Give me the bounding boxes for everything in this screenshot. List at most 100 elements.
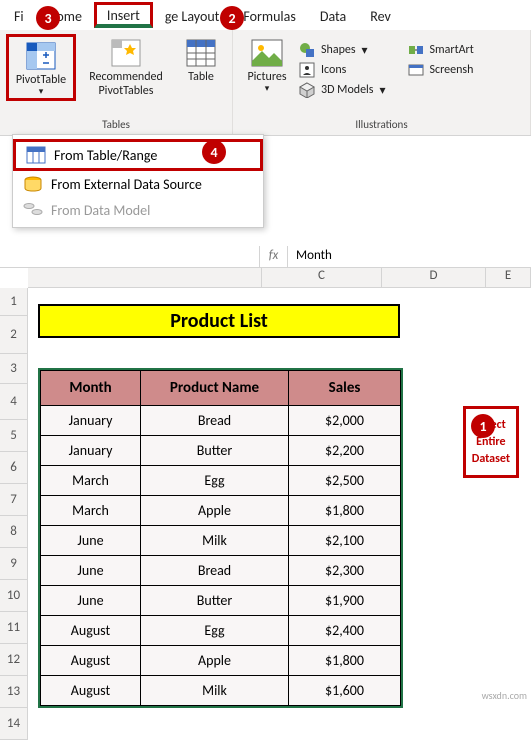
3dmodels-button[interactable]: 3D Models ▾	[299, 82, 386, 98]
cell[interactable]: $2,400	[289, 616, 401, 646]
screenshot-icon	[408, 62, 424, 78]
row-2[interactable]: 2	[0, 316, 28, 354]
pictures-button[interactable]: Pictures ▾	[239, 34, 295, 95]
cell[interactable]: Butter	[141, 436, 289, 466]
row-12[interactable]: 12	[0, 644, 28, 676]
col-header: Month	[41, 371, 141, 406]
recommended-pivot-button[interactable]: Recommended PivotTables	[80, 34, 172, 101]
cell[interactable]: June	[41, 556, 141, 586]
cell[interactable]: Butter	[141, 586, 289, 616]
tab-insert[interactable]: Insert	[94, 2, 153, 28]
table-row[interactable]: JuneBread$2,300	[41, 556, 401, 586]
col-e[interactable]: E	[486, 268, 531, 288]
cell[interactable]: $2,500	[289, 466, 401, 496]
table-row[interactable]: JuneButter$1,900	[41, 586, 401, 616]
table-row[interactable]: AugustApple$1,800	[41, 646, 401, 676]
from-model-label: From Data Model	[51, 202, 150, 219]
table-row[interactable]: MarchApple$1,800	[41, 496, 401, 526]
cell[interactable]: Apple	[141, 646, 289, 676]
cell[interactable]: Milk	[141, 676, 289, 706]
tab-data[interactable]: Data	[308, 4, 358, 27]
badge-2: 2	[220, 6, 244, 30]
row-14[interactable]: 14	[0, 708, 28, 740]
cell[interactable]: January	[41, 436, 141, 466]
from-external-label: From External Data Source	[51, 176, 202, 193]
row-13[interactable]: 13	[0, 676, 28, 708]
col-header: Sales	[289, 371, 401, 406]
cell[interactable]: $1,900	[289, 586, 401, 616]
from-external-item[interactable]: From External Data Source	[13, 171, 263, 197]
cell[interactable]: June	[41, 586, 141, 616]
cell[interactable]: June	[41, 526, 141, 556]
table-row[interactable]: MarchEgg$2,500	[41, 466, 401, 496]
data-table[interactable]: MonthProduct NameSalesJanuaryBread$2,000…	[38, 368, 403, 708]
worksheet[interactable]: C D E 1 2 3 4 5 6 7 8 9 10 11 12 13 14 P…	[0, 268, 531, 288]
shapes-button[interactable]: Shapes ▾	[299, 42, 368, 58]
cell[interactable]: Bread	[141, 556, 289, 586]
cell[interactable]: $1,600	[289, 676, 401, 706]
cell[interactable]: Apple	[141, 496, 289, 526]
table-row[interactable]: AugustMilk$1,600	[41, 676, 401, 706]
tab-review[interactable]: Rev	[358, 4, 403, 27]
cell[interactable]: $2,200	[289, 436, 401, 466]
column-headers: C D E	[28, 268, 531, 288]
table-button[interactable]: Table	[176, 34, 226, 101]
cell[interactable]: $2,000	[289, 406, 401, 436]
table-range-icon	[26, 146, 46, 164]
tab-file[interactable]: Fi	[2, 4, 36, 27]
name-box[interactable]	[0, 246, 260, 267]
col-c[interactable]: C	[262, 268, 382, 288]
cell[interactable]: March	[41, 496, 141, 526]
cell[interactable]: $2,100	[289, 526, 401, 556]
table-row[interactable]: JanuaryButter$2,200	[41, 436, 401, 466]
row-10[interactable]: 10	[0, 580, 28, 612]
cell[interactable]: $1,800	[289, 496, 401, 526]
cell[interactable]: Milk	[141, 526, 289, 556]
table-row[interactable]: JuneMilk$2,100	[41, 526, 401, 556]
screenshot-button[interactable]: Screensh	[408, 62, 474, 78]
row-1[interactable]: 1	[0, 288, 28, 316]
3dmodels-label: 3D Models	[321, 83, 374, 97]
pivottable-button[interactable]: PivotTable ▾	[6, 34, 76, 101]
row-9[interactable]: 9	[0, 548, 28, 580]
col-d[interactable]: D	[382, 268, 486, 288]
table-label: Table	[188, 70, 214, 84]
cell[interactable]: Egg	[141, 466, 289, 496]
table-row[interactable]: JanuaryBread$2,000	[41, 406, 401, 436]
row-8[interactable]: 8	[0, 516, 28, 548]
cell[interactable]: August	[41, 646, 141, 676]
model-icon	[23, 201, 43, 219]
cell[interactable]: $2,300	[289, 556, 401, 586]
screenshot-label: Screensh	[430, 63, 474, 77]
table-row[interactable]: AugustEgg$2,400	[41, 616, 401, 646]
from-model-item[interactable]: From Data Model	[13, 197, 263, 223]
ribbon: PivotTable ▾ Recommended PivotTables Tab…	[0, 30, 531, 136]
pivottable-label: PivotTable	[16, 73, 66, 87]
badge-3: 3	[36, 6, 60, 30]
cell[interactable]: August	[41, 676, 141, 706]
cell[interactable]: January	[41, 406, 141, 436]
smartart-button[interactable]: SmartArt	[408, 42, 474, 58]
row-6[interactable]: 6	[0, 452, 28, 484]
fx-icon[interactable]: fx	[260, 246, 288, 267]
recommended-pivot-icon	[110, 38, 142, 68]
cell[interactable]: $1,800	[289, 646, 401, 676]
cell[interactable]: August	[41, 616, 141, 646]
formula-value[interactable]: Month	[288, 246, 340, 267]
external-icon	[23, 175, 43, 193]
shapes-label: Shapes	[321, 43, 356, 57]
row-4[interactable]: 4	[0, 384, 28, 420]
cube-icon	[299, 82, 315, 98]
pivottable-icon	[25, 41, 57, 71]
group-illustrations: Pictures ▾ Shapes ▾ Icons 3D Models ▾ Sm…	[233, 30, 531, 135]
cell[interactable]: Bread	[141, 406, 289, 436]
row-7[interactable]: 7	[0, 484, 28, 516]
col-header: Product Name	[141, 371, 289, 406]
product-list-title: Product List	[38, 304, 400, 338]
cell[interactable]: March	[41, 466, 141, 496]
row-11[interactable]: 11	[0, 612, 28, 644]
cell[interactable]: Egg	[141, 616, 289, 646]
row-3[interactable]: 3	[0, 354, 28, 384]
icons-button[interactable]: Icons	[299, 62, 346, 78]
row-5[interactable]: 5	[0, 420, 28, 452]
